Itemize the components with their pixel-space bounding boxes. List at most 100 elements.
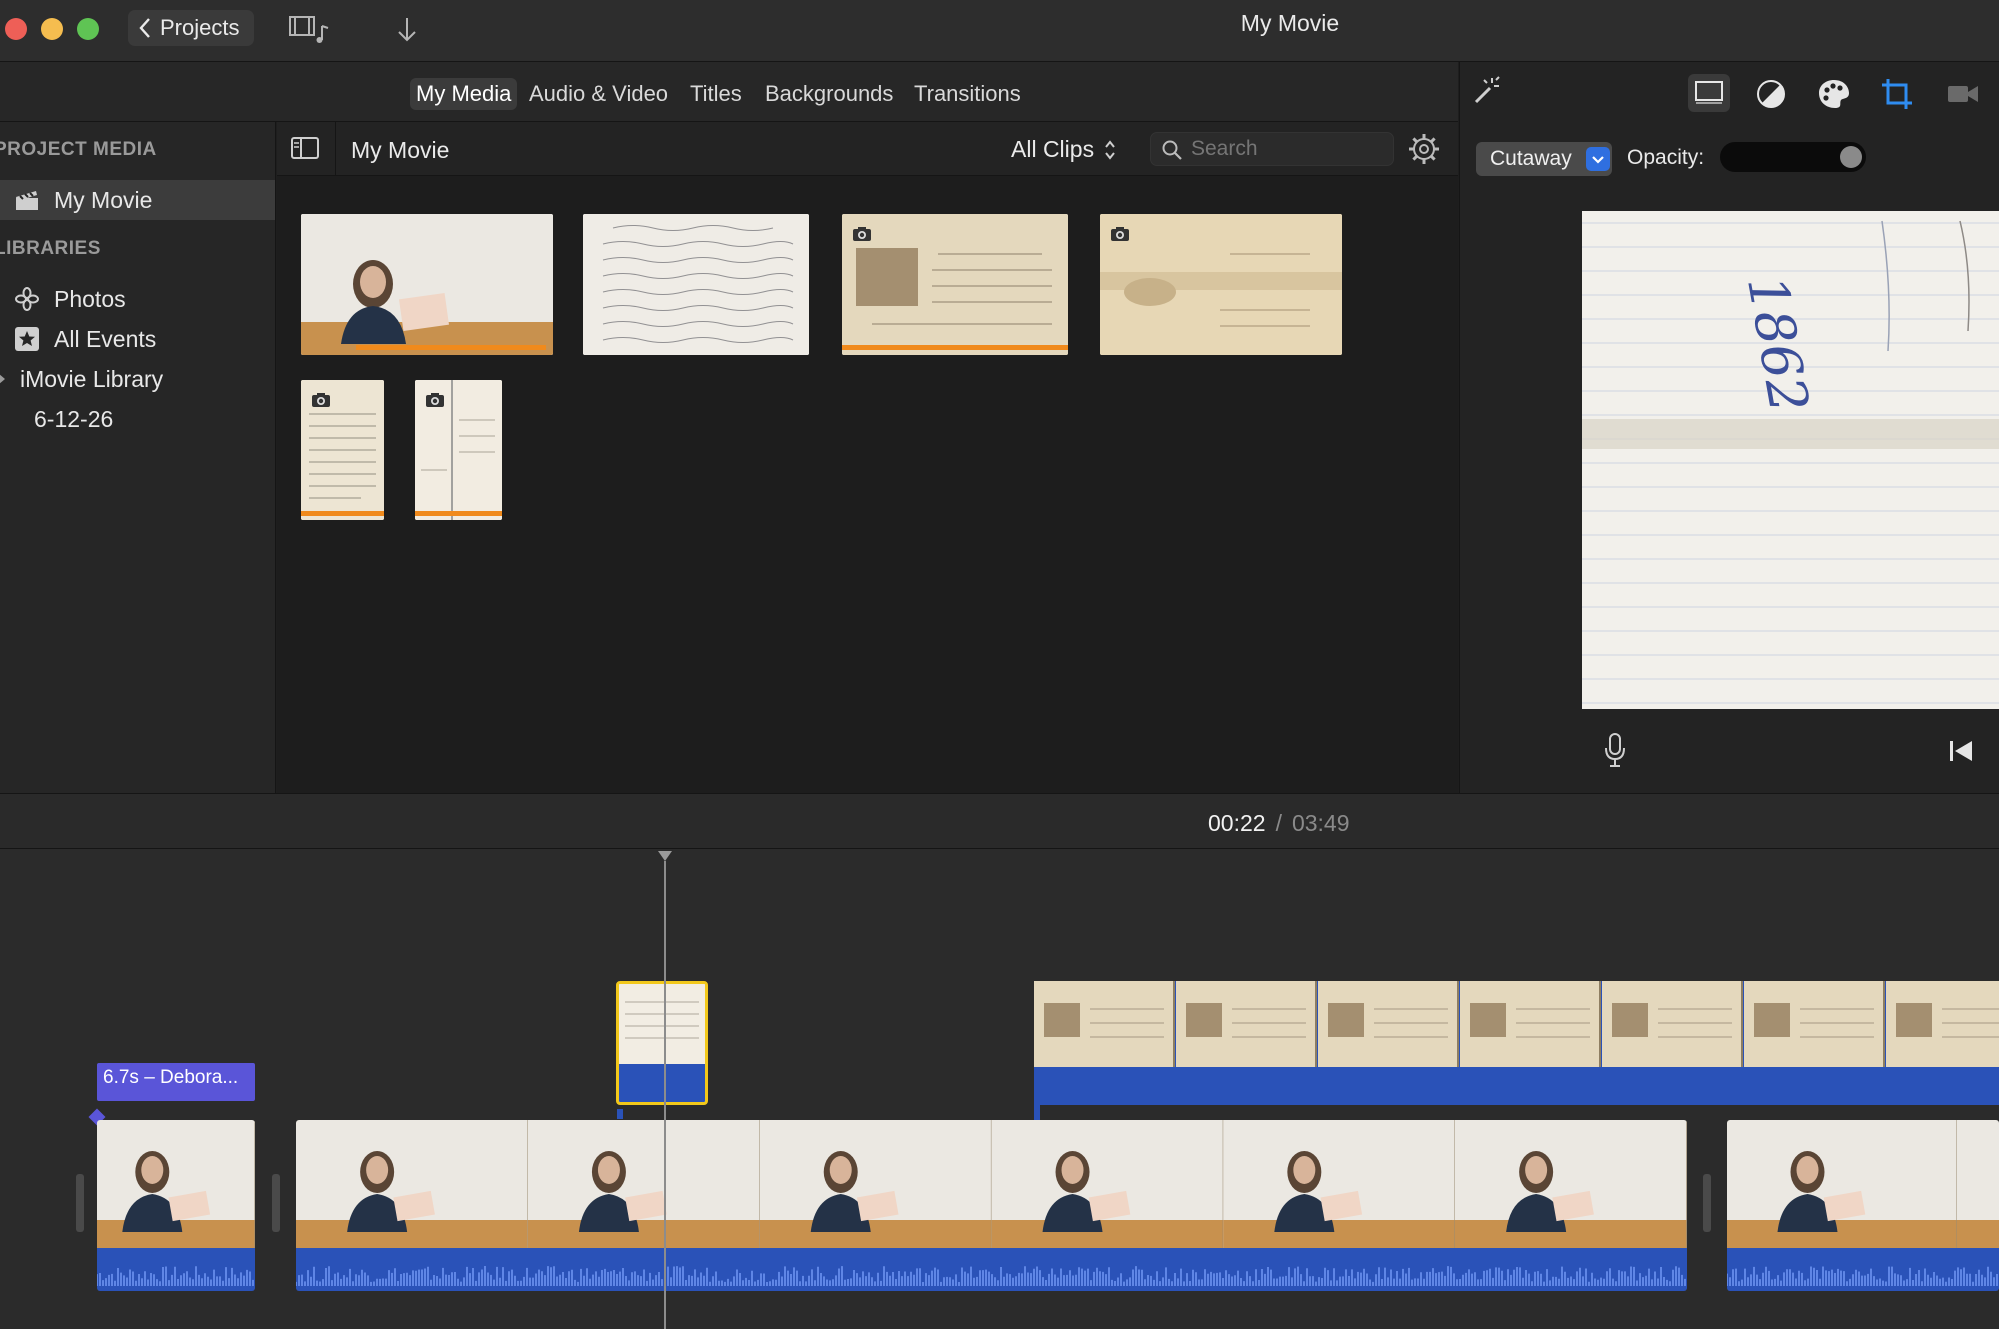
document-photo-thumbnail[interactable] [583, 214, 809, 355]
filmstrip-frame [1744, 981, 1885, 1067]
zoom-window-button[interactable] [77, 18, 99, 40]
camera-icon [853, 227, 871, 241]
viewer-preview[interactable]: 1862 [1582, 211, 1999, 709]
content-tabs-bar: My Media Audio & Video Titles Background… [0, 62, 1458, 122]
clip-handle[interactable] [76, 1174, 84, 1232]
color-balance-icon[interactable] [1755, 78, 1787, 110]
search-field[interactable] [1150, 132, 1394, 166]
chevron-left-icon [139, 18, 150, 38]
video-frame [1223, 1120, 1456, 1248]
sidebar-item-label: iMovie Library [20, 365, 164, 392]
filmstrip-frame [1886, 981, 1999, 1067]
crop-icon[interactable] [1880, 77, 1914, 111]
color-palette-icon[interactable] [1817, 78, 1851, 110]
clip-connector [617, 1109, 623, 1119]
project-media-header: PROJECT MEDIA [0, 139, 157, 160]
sidebar-item-label: 6-12-26 [34, 405, 114, 432]
total-time: 03:49 [1291, 810, 1350, 836]
document-photo-thumbnail[interactable] [1100, 214, 1342, 355]
video-clip[interactable] [1727, 1120, 1999, 1291]
filmstrip-frame [1602, 981, 1743, 1067]
video-frame [1957, 1120, 1999, 1248]
tab-audio-video[interactable]: Audio & Video [523, 78, 674, 110]
close-window-button[interactable] [5, 18, 27, 40]
chevron-down-icon [1586, 147, 1610, 171]
video-clip[interactable] [296, 1120, 1687, 1291]
current-time: 00:22 [1208, 810, 1266, 836]
sidebar-item-imovie-library[interactable]: iMovie Library [0, 359, 163, 399]
clip-handle[interactable] [272, 1174, 280, 1232]
cutaway-photo-clip[interactable] [1034, 981, 1999, 1105]
skip-to-beginning-icon[interactable] [1948, 740, 1974, 762]
clip-handle[interactable] [1703, 1174, 1711, 1232]
opacity-slider[interactable] [1720, 142, 1866, 172]
search-input[interactable] [1191, 136, 1387, 162]
document-photo-thumbnail[interactable] [301, 380, 384, 520]
star-icon [15, 327, 39, 351]
sidebar-item-label: Photos [54, 285, 126, 312]
photos-icon [15, 287, 39, 311]
tab-titles[interactable]: Titles [684, 78, 748, 110]
microphone-icon[interactable] [1604, 732, 1626, 768]
filmstrip-frame [1176, 981, 1317, 1067]
overlay-mode-label: Cutaway [1490, 147, 1572, 170]
timeline[interactable]: 6.7s – Debora... [0, 849, 1999, 1329]
sidebar-item-my-movie[interactable]: My Movie [0, 180, 275, 220]
document-photo-thumbnail[interactable] [415, 380, 502, 520]
opacity-label: Opacity: [1627, 146, 1705, 169]
projects-button[interactable]: Projects [128, 10, 254, 46]
clips-filter-label: All Clips [1011, 136, 1095, 162]
camera-icon [312, 393, 330, 407]
title-bar: Projects My Movie [0, 0, 1999, 62]
sidebar-toggle-icon[interactable] [291, 137, 319, 159]
opacity-slider-knob[interactable] [1840, 146, 1862, 168]
tab-transitions[interactable]: Transitions [908, 78, 1027, 110]
sidebar-item-label: All Events [54, 325, 157, 352]
browser-title: My Movie [351, 137, 450, 163]
timecode-separator: / [1275, 810, 1282, 836]
tab-backgrounds[interactable]: Backgrounds [759, 78, 899, 110]
selected-cutaway-clip[interactable] [616, 981, 708, 1105]
projects-label: Projects [160, 15, 240, 40]
playhead[interactable] [664, 861, 666, 1329]
video-frame [1455, 1120, 1687, 1248]
disclosure-icon[interactable] [0, 373, 6, 385]
camera-icon [426, 393, 444, 407]
sidebar-item-photos[interactable]: Photos [14, 279, 126, 319]
title-clip[interactable]: 6.7s – Debora... [97, 1063, 255, 1101]
minimize-window-button[interactable] [41, 18, 63, 40]
filmstrip-frame [1460, 981, 1601, 1067]
video-frame [759, 1120, 992, 1248]
tab-my-media[interactable]: My Media [410, 78, 518, 110]
media-view-toggle-icon[interactable] [288, 14, 332, 44]
sidebar-item-label: My Movie [54, 186, 153, 213]
video-clip-thumbnail[interactable] [301, 214, 553, 355]
window-title: My Movie [1240, 10, 1340, 36]
video-frame [1727, 1120, 1958, 1248]
video-frame [97, 1120, 255, 1248]
clapper-icon [16, 191, 38, 210]
sidebar-item-all-events[interactable]: All Events [14, 319, 156, 359]
video-frame [296, 1120, 529, 1248]
timecode-display: 00:22 / 03:49 [1208, 810, 1350, 837]
settings-gear-icon[interactable] [1407, 132, 1441, 166]
overlay-icon [1695, 81, 1723, 104]
magic-wand-icon[interactable] [1468, 74, 1502, 108]
clips-filter-select[interactable]: All Clips [1011, 136, 1116, 163]
library-sidebar: PROJECT MEDIA My Movie LIBRARIES Photos … [0, 122, 276, 793]
browser-header: My Movie All Clips [277, 122, 1458, 176]
camera-icon [1111, 227, 1129, 241]
video-clip[interactable] [97, 1120, 255, 1291]
stabilization-camera-icon[interactable] [1946, 80, 1980, 108]
title-clip-label: 6.7s – Debora... [103, 1067, 239, 1088]
video-frame [991, 1120, 1224, 1248]
filmstrip-frame [1318, 981, 1459, 1067]
document-photo-thumbnail[interactable] [842, 214, 1068, 355]
video-overlay-settings-button[interactable] [1688, 74, 1730, 112]
overlay-mode-select[interactable]: Cutaway [1476, 142, 1612, 176]
up-down-chevron-icon [1105, 139, 1115, 160]
clip-connector [1034, 1105, 1040, 1121]
sidebar-item-event[interactable]: 6-12-26 [34, 399, 113, 439]
video-frame [527, 1120, 761, 1248]
import-arrow-icon[interactable] [396, 14, 418, 44]
